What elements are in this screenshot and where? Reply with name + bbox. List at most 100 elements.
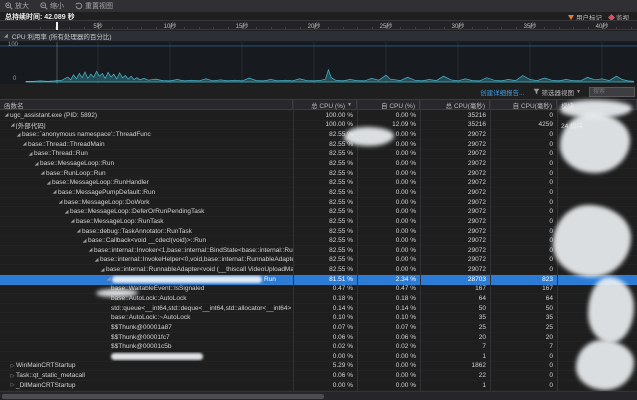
table-row[interactable]: $$Thunk@00001c5b0.02 %0.02 %77: [0, 342, 637, 352]
collapse-node-icon[interactable]: ◢: [51, 189, 58, 195]
total-cpu-pct-cell: 0.02 %: [293, 342, 357, 351]
table-row[interactable]: ▷Task::qt_static_metacall0.06 %0.00 %220: [0, 371, 637, 381]
table-row[interactable]: ◢base::debug::TaskAnnotator::RunTask82.5…: [0, 227, 637, 237]
self-cpu-pct-cell: 2.34 %: [357, 275, 420, 284]
table-row[interactable]: $$Thunk@00001a870.07 %0.07 %2525: [0, 323, 637, 333]
total-cpu-ms-cell: 29072: [420, 159, 490, 168]
table-row[interactable]: ◢base::internal::Invoker<1,base::interna…: [0, 246, 637, 256]
table-row[interactable]: ◢base::MessageLoop::RunHandler82.55 %0.0…: [0, 178, 637, 188]
collapse-graph-icon[interactable]: ◢: [4, 33, 8, 39]
collapse-node-icon[interactable]: ◢: [87, 247, 94, 253]
time-ruler[interactable]: 5秒10秒15秒20秒25秒30秒35秒40秒: [0, 20, 637, 30]
scrollbar-thumb[interactable]: [2, 394, 324, 399]
ruler-tick: [69, 27, 70, 29]
collapse-node-icon[interactable]: ◢: [99, 267, 106, 273]
create-report-link[interactable]: 创建详细报告...: [480, 87, 524, 97]
column-header[interactable]: 函数名: [0, 100, 293, 109]
collapse-node-icon[interactable]: ◢: [57, 199, 64, 205]
zoom-in-button[interactable]: 放大: [5, 1, 29, 11]
column-header[interactable]: 自 CPU(毫秒): [490, 100, 557, 109]
table-row[interactable]: ◢ugc_assistant.exe (PID: 5892)100.00 %0.…: [0, 111, 637, 121]
table-row[interactable]: base::WaitableEvent::IsSignaled0.47 %0.4…: [0, 285, 637, 295]
timeline-caret[interactable]: [56, 22, 58, 30]
ruler-tick: [544, 27, 545, 29]
table-row[interactable]: 0.00 %0.00 %10: [0, 352, 637, 362]
function-name-cell: ◢base::MessageLoop::RunTask: [0, 217, 293, 226]
table-row[interactable]: ◢base::internal::RunnableAdapter<void (_…: [0, 265, 637, 275]
module-cell: [557, 304, 637, 313]
collapse-node-icon[interactable]: ◢: [3, 112, 10, 118]
total-cpu-ms-cell: 167: [420, 285, 490, 294]
function-name-cell: ◢base::MessageLoop::DeferOrRunPendingTas…: [0, 207, 293, 216]
table-row[interactable]: $$Thunk@00001fc70.06 %0.06 %2020: [0, 333, 637, 343]
self-cpu-pct-cell: 0.07 %: [357, 323, 420, 332]
self-cpu-ms-cell: 0: [490, 169, 557, 178]
table-row[interactable]: base::AutoLock::AutoLock0.18 %0.18 %6464: [0, 294, 637, 304]
table-row[interactable]: ◢base::MessageLoop::Run82.55 %0.00 %2907…: [0, 159, 637, 169]
collapse-node-icon[interactable]: ◢: [15, 132, 22, 138]
collapse-node-icon[interactable]: ◢: [9, 122, 16, 128]
cpu-graph-header[interactable]: ◢ CPU 利用率 (所有处理器的百分比): [0, 31, 637, 42]
table-row[interactable]: ◢base::RunLoop::Run82.55 %0.00 %290720: [0, 169, 637, 179]
table-row[interactable]: ◢base::MessagePumpDefault::Run82.55 %0.0…: [0, 188, 637, 198]
expand-node-icon[interactable]: ▷: [9, 363, 16, 369]
ruler-tick: [516, 27, 517, 29]
ruler-tick: [400, 27, 401, 29]
expand-node-icon[interactable]: ▷: [9, 382, 16, 388]
ruler-tick: [573, 27, 574, 29]
table-row[interactable]: base::AutoLock::~AutoLock0.10 %0.10 %353…: [0, 313, 637, 323]
column-header[interactable]: 模块: [557, 100, 637, 109]
collapse-node-icon[interactable]: ◢: [21, 141, 28, 147]
ruler-tick-label: 40秒: [596, 21, 609, 30]
reset-view-button[interactable]: 重置视图: [75, 1, 113, 11]
table-row[interactable]: ◢base::Thread::ThreadMain82.55 %0.00 %29…: [0, 140, 637, 150]
table-row[interactable]: ◢base::`anonymous namespace'::ThreadFunc…: [0, 130, 637, 140]
total-cpu-pct-cell: 82.55 %: [293, 246, 357, 255]
collapse-node-icon[interactable]: ◢: [27, 151, 34, 157]
horizontal-scrollbar[interactable]: [0, 391, 637, 400]
self-cpu-pct-cell: 0.02 %: [357, 342, 420, 351]
table-row[interactable]: ◢[外部代码]100.00 %12.09 %35216425924 模块: [0, 121, 637, 131]
function-name: base::internal::InvokeHelper<0,void,base…: [100, 256, 293, 263]
zoom-out-button[interactable]: 缩小: [40, 1, 64, 11]
zoom-in-label: 放大: [15, 1, 29, 11]
collapse-node-icon[interactable]: ◢: [39, 170, 46, 176]
table-row[interactable]: ◢Run81.51 %2.34 %28703823: [0, 275, 637, 285]
table-row[interactable]: ▷_DllMainCRTStartup0.00 %0.00 %10: [0, 381, 637, 391]
ruler-tick: [588, 27, 589, 29]
table-row[interactable]: ▷WinMainCRTStartup5.29 %0.00 %18620: [0, 362, 637, 372]
column-header[interactable]: 自 CPU (%): [357, 100, 420, 109]
table-row[interactable]: ◢base::internal::InvokeHelper<0,void,bas…: [0, 256, 637, 266]
filter-view-dropdown[interactable]: 筛选器视图 ▼: [533, 87, 581, 97]
ruler-tick: [285, 27, 286, 29]
cpu-graph-title: CPU 利用率 (所有处理器的百分比): [12, 31, 112, 41]
module-cell: [557, 275, 637, 284]
table-row[interactable]: ◢base::Thread::Run82.55 %0.00 %290720: [0, 150, 637, 160]
collapse-node-icon[interactable]: ◢: [105, 276, 112, 282]
collapse-node-icon[interactable]: ◢: [69, 218, 76, 224]
self-cpu-pct-cell: 0.00 %: [357, 207, 420, 216]
search-input[interactable]: [589, 87, 635, 97]
function-name: base::Thread::Run: [34, 150, 88, 157]
expand-node-icon[interactable]: ▷: [9, 373, 16, 379]
ruler-tick: [40, 27, 41, 29]
collapse-node-icon[interactable]: ◢: [75, 228, 82, 234]
cpu-area-series: [0, 42, 637, 84]
column-header[interactable]: 总 CPU(毫秒): [420, 100, 490, 109]
collapse-node-icon[interactable]: ◢: [81, 238, 88, 244]
table-row[interactable]: ◢base::MessageLoop::DeferOrRunPendingTas…: [0, 207, 637, 217]
column-header[interactable]: 总 CPU (%)▼: [293, 100, 357, 109]
cpu-utilization-chart[interactable]: [0, 42, 637, 84]
table-row[interactable]: std::queue<__int64,std::deque<__int64,st…: [0, 304, 637, 314]
total-cpu-ms-cell: 29072: [420, 188, 490, 197]
table-row[interactable]: ◢base::MessageLoop::RunTask82.55 %0.00 %…: [0, 217, 637, 227]
total-cpu-pct-cell: 82.55 %: [293, 265, 357, 274]
self-cpu-pct-cell: 0.47 %: [357, 285, 420, 294]
table-row[interactable]: ◢base::Callback<void __cdecl(void)>::Run…: [0, 236, 637, 246]
collapse-node-icon[interactable]: ◢: [45, 180, 52, 186]
collapse-node-icon[interactable]: ◢: [93, 257, 100, 263]
chevron-down-icon: ▼: [576, 89, 581, 95]
table-row[interactable]: ◢base::MessageLoop::DoWork82.55 %0.00 %2…: [0, 198, 637, 208]
collapse-node-icon[interactable]: ◢: [33, 161, 40, 167]
collapse-node-icon[interactable]: ◢: [63, 209, 70, 215]
